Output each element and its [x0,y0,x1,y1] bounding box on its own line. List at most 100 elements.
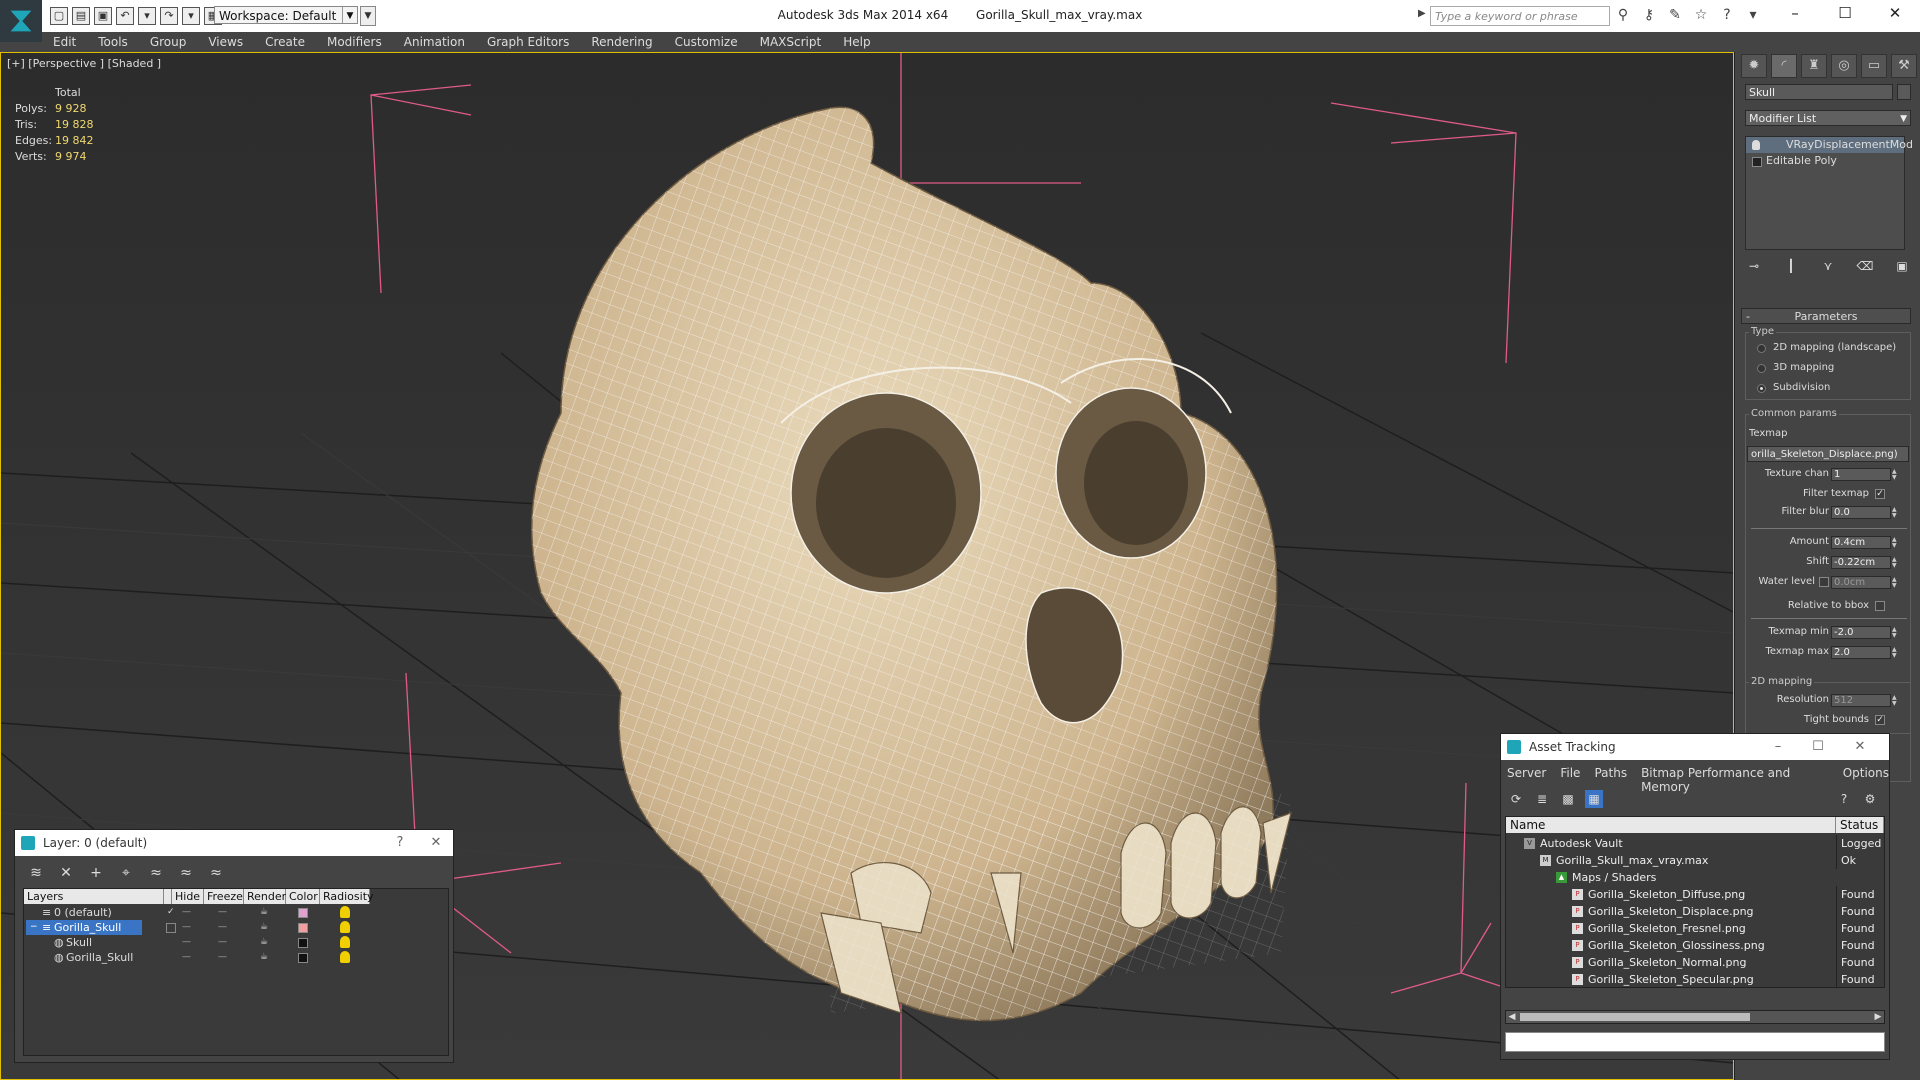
subscription-icon[interactable]: ⚷ [1640,6,1658,24]
menu-rendering[interactable]: Rendering [580,35,663,49]
spinner-arrows-icon[interactable]: ▲ ▼ [1892,695,1900,707]
shift-spinner[interactable]: -0.22cm ▲ ▼ [1831,556,1897,569]
open-file-icon[interactable]: ▤ [72,7,90,25]
delete-layer-icon[interactable]: ✕ [55,864,77,882]
hide-toggle[interactable]: — [182,920,191,935]
radio-3d-mapping[interactable] [1757,364,1766,373]
add-to-layer-icon[interactable]: + [85,864,107,882]
close-button[interactable]: ✕ [1845,734,1875,760]
layer-name[interactable]: 0 (default) [50,905,116,920]
freeze-toggle[interactable]: — [218,905,227,920]
app-logo-button[interactable] [0,0,42,42]
asset-row[interactable]: P Gorilla_Skeleton_Displace.png Found [1506,903,1884,920]
radio-2d-mapping[interactable] [1757,344,1766,353]
list-view-icon[interactable]: ≣ [1533,790,1551,808]
expand-box-icon[interactable] [1752,157,1762,167]
tight-bounds-checkbox[interactable]: ✓ [1875,715,1885,725]
workspace-dropdown[interactable]: Workspace: Default ▼ [214,6,358,24]
texmap-button[interactable]: orilla_Skeleton_Displace.png) [1747,446,1909,462]
spinner-arrows-icon[interactable]: ▲ ▼ [1892,469,1900,481]
column-header-name[interactable]: Name [1506,817,1836,833]
menu-views[interactable]: Views [197,35,254,49]
maximize-button[interactable]: ☐ [1820,0,1870,26]
hide-toggle[interactable]: — [182,905,191,920]
menu-customize[interactable]: Customize [664,35,749,49]
radiosity-bulb-icon[interactable] [340,921,350,933]
menu-maxscript[interactable]: MAXScript [749,35,833,49]
render-teapot-icon[interactable]: ☕ [260,920,268,935]
asset-window-titlebar[interactable]: Asset Tracking – ☐ ✕ [1501,734,1889,760]
menu-modifiers[interactable]: Modifiers [316,35,393,49]
thumbnail-view-icon[interactable]: ▩ [1559,790,1577,808]
favorites-star-icon[interactable]: ☆ [1692,6,1710,24]
freeze-toggle[interactable]: — [218,920,227,935]
viewport-label[interactable]: [+] [Perspective ] [Shaded ] [7,57,161,70]
spinner-arrows-icon[interactable]: ▲ ▼ [1892,647,1900,659]
asset-tracking-window[interactable]: Asset Tracking – ☐ ✕ Server File Paths B… [1500,733,1890,1060]
object-color-swatch[interactable] [298,938,308,948]
freeze-toggle[interactable]: — [218,950,227,965]
texture-chan-spinner[interactable]: 1 ▲ ▼ [1831,468,1897,481]
help-icon[interactable]: ? [1718,6,1736,24]
water-level-spinner[interactable]: 0.0cm ▲ ▼ [1831,576,1897,589]
menu-animation[interactable]: Animation [393,35,476,49]
minimize-button[interactable]: – [1763,734,1793,760]
menu-group[interactable]: Group [139,35,198,49]
help-icon[interactable]: ? [1835,790,1853,808]
utilities-tab-icon[interactable]: ⚒ [1891,54,1917,78]
filter-texmap-checkbox[interactable]: ✓ [1875,489,1885,499]
redo-icon[interactable]: ↷ [160,7,178,25]
asset-row[interactable]: P Gorilla_Skeleton_Diffuse.png Found [1506,886,1884,903]
object-name[interactable]: Skull [62,935,96,950]
column-header-radiosity[interactable]: Radiosity [320,889,374,904]
create-layer-icon[interactable]: ≋ [25,864,47,882]
object-name-field[interactable]: Skull [1745,84,1893,100]
filter-blur-spinner[interactable]: 0.0 ▲ ▼ [1831,506,1897,519]
refresh-icon[interactable]: ⟳ [1507,790,1525,808]
undo-dropdown-icon[interactable]: ▾ [138,7,156,25]
communication-icon[interactable]: ✎ [1666,6,1684,24]
layer-color-swatch[interactable] [298,908,308,918]
new-file-icon[interactable]: ▢ [50,7,68,25]
column-header-hide[interactable]: Hide [172,889,204,904]
layer-window-titlebar[interactable]: Layer: 0 (default) ? ✕ [15,830,453,856]
asset-row[interactable]: P Gorilla_Skeleton_Specular.png Found [1506,971,1884,988]
asset-row[interactable]: V Autodesk Vault Logged Out [1506,835,1885,852]
scroll-right-icon[interactable]: ▶ [1872,1011,1884,1023]
render-teapot-icon[interactable]: ☕ [260,935,268,950]
make-unique-icon[interactable]: ⋎ [1819,258,1837,274]
object-row[interactable]: ◍ Skull — — ☕ [24,935,396,950]
hierarchy-tab-icon[interactable]: ♜ [1801,54,1827,78]
menu-help[interactable]: Help [832,35,881,49]
column-header-status[interactable]: Status [1836,817,1884,833]
freeze-all-layers-icon[interactable]: ≈ [205,864,227,882]
column-header-color[interactable]: Color [286,889,320,904]
configure-modifier-sets-icon[interactable]: ▣ [1893,258,1911,274]
menu-graph-editors[interactable]: Graph Editors [476,35,580,49]
menu-tools[interactable]: Tools [87,35,139,49]
resolution-spinner[interactable]: 512 ▲ ▼ [1831,694,1897,707]
menu-edit[interactable]: Edit [42,35,87,49]
workspace-expand-icon[interactable]: ▼ [360,6,376,26]
highlight-layer-icon[interactable]: ≈ [145,864,167,882]
help-button[interactable]: ? [385,830,415,856]
parameters-rollout-header[interactable]: - Parameters [1741,308,1911,324]
table-view-icon[interactable]: ▦ [1585,790,1603,808]
horizontal-scrollbar[interactable]: ◀ ▶ [1505,1010,1885,1024]
layer-row[interactable]: ≡ 0 (default) ✓ — — ☕ [24,905,396,920]
scrollbar-thumb[interactable] [1520,1013,1750,1021]
display-tab-icon[interactable]: ▭ [1861,54,1887,78]
save-file-icon[interactable]: ▣ [94,7,112,25]
amount-spinner[interactable]: 0.4cm ▲ ▼ [1831,536,1897,549]
stack-item-vraydisplacementmod[interactable]: VRayDisplacementMod [1746,137,1913,153]
column-header-freeze[interactable]: Freeze [204,889,244,904]
texmap-max-spinner[interactable]: 2.0 ▲ ▼ [1831,646,1897,659]
modifier-list-dropdown[interactable]: Modifier List ▼ [1745,110,1911,126]
column-header-render[interactable]: Render [244,889,286,904]
object-name[interactable]: Gorilla_Skull [62,950,137,965]
layer-color-swatch[interactable] [298,923,308,933]
freeze-toggle[interactable]: — [218,935,227,950]
render-teapot-icon[interactable]: ☕ [260,905,268,920]
menu-create[interactable]: Create [254,35,316,49]
modify-tab-icon[interactable]: ◜ [1771,54,1797,78]
